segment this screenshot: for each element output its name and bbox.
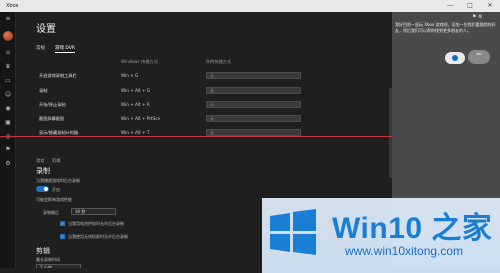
background-recording-desc: 当我播放游戏时后台录制 bbox=[36, 178, 80, 183]
bell-icon[interactable]: ⚑ bbox=[4, 146, 12, 154]
windows-logo-icon bbox=[270, 209, 316, 255]
page-title: 设置 bbox=[36, 24, 56, 35]
close-button[interactable]: ✕ bbox=[480, 1, 500, 11]
shortcut-row-keys: Win + G bbox=[121, 73, 139, 78]
chat-icon[interactable]: ▭ bbox=[4, 77, 12, 85]
shortcut-input[interactable]: 无 bbox=[206, 129, 301, 136]
subtab-games[interactable]: 游戏 bbox=[36, 158, 44, 164]
avatar[interactable] bbox=[3, 31, 13, 41]
settings-icon[interactable]: ⚙ bbox=[4, 160, 12, 168]
record-length-select[interactable]: 30 秒 bbox=[71, 208, 116, 215]
shortcut-row-keys: Win + Alt + T bbox=[121, 130, 150, 135]
home-icon[interactable]: ⌂ bbox=[4, 49, 12, 57]
watermark-brand: Win10 之家 bbox=[332, 212, 493, 245]
shortcut-row-keys: Win + Alt + PrtScn bbox=[121, 116, 161, 121]
max-recording-label: 最长录制时间 bbox=[36, 257, 60, 262]
left-nav: ≡ ⌂ ♛ ▭ ☺ ◉ ▣ ◎ ⚑ ⚙ bbox=[0, 12, 16, 273]
wireless-recording-checkbox[interactable]: ✓ bbox=[60, 234, 65, 239]
window-title: Xbox bbox=[6, 3, 19, 9]
minimize-button[interactable]: — bbox=[440, 1, 460, 11]
xbox-bubble-icon[interactable] bbox=[452, 55, 458, 61]
column-header-windows-shortcut: Windows 快捷方式 bbox=[121, 59, 158, 64]
shortcut-row-label: 录制 bbox=[39, 88, 48, 93]
toggle-state: 开启 bbox=[52, 187, 60, 192]
performance-note: 可能会影响游戏性能 bbox=[36, 197, 72, 202]
tab-general[interactable]: 常规 bbox=[36, 45, 45, 51]
watermark-url: www.win10xitong.com bbox=[345, 244, 464, 258]
record-length-label: 录制最后 bbox=[43, 210, 59, 215]
tab-game-dvr[interactable]: 游戏 DVR bbox=[55, 45, 76, 53]
shortcut-row-keys: Win + Alt + G bbox=[121, 88, 151, 93]
battery-recording-checkbox[interactable]: ✓ bbox=[60, 221, 65, 226]
shortcut-input[interactable]: 无 bbox=[206, 72, 301, 79]
shortcut-row-label: 开始/停止录制 bbox=[39, 102, 66, 107]
shortcut-row-keys: Win + Alt + R bbox=[121, 102, 150, 107]
shortcut-input[interactable]: 无 bbox=[206, 87, 301, 94]
title-bar: Xbox — □ ✕ bbox=[0, 0, 500, 12]
panel-pill[interactable]: xbl bbox=[468, 50, 490, 64]
column-header-your-shortcut: 你的快捷方式 bbox=[206, 59, 232, 64]
panel-notice: 我好目前一起玩 Xbox 游戏吧。添加一些我们要跟踪的好友，然后我们可以帮你找到… bbox=[395, 22, 496, 33]
shortcut-row-label: 开启游戏录制工具栏 bbox=[39, 73, 77, 78]
shortcut-input[interactable]: 无 bbox=[206, 101, 301, 108]
shortcut-input[interactable]: 无 bbox=[206, 115, 301, 122]
trophy-icon[interactable]: ♛ bbox=[4, 63, 12, 71]
friends-icon[interactable]: ☺ bbox=[4, 91, 12, 99]
panel-icons: ⚑ ⚙ bbox=[472, 14, 483, 20]
recording-heading: 录制 bbox=[36, 167, 50, 175]
store-icon[interactable]: ◉ bbox=[4, 105, 12, 113]
tv-icon[interactable]: ◎ bbox=[4, 133, 12, 141]
background-recording-toggle[interactable] bbox=[36, 186, 49, 192]
wireless-recording-label: 当我使用无线投屏时允许后台录制 bbox=[68, 234, 128, 239]
gamedvr-icon[interactable]: ▣ bbox=[4, 119, 12, 127]
battery-recording-label: 当我用电池供电时允许后台录制 bbox=[68, 221, 124, 226]
subtab-clips[interactable]: 剪辑 bbox=[52, 158, 60, 164]
maximize-button[interactable]: □ bbox=[460, 1, 480, 11]
shortcut-row-label: 截图屏幕截图 bbox=[39, 116, 65, 121]
clips-heading: 剪辑 bbox=[36, 247, 50, 255]
menu-icon[interactable]: ≡ bbox=[4, 15, 12, 23]
